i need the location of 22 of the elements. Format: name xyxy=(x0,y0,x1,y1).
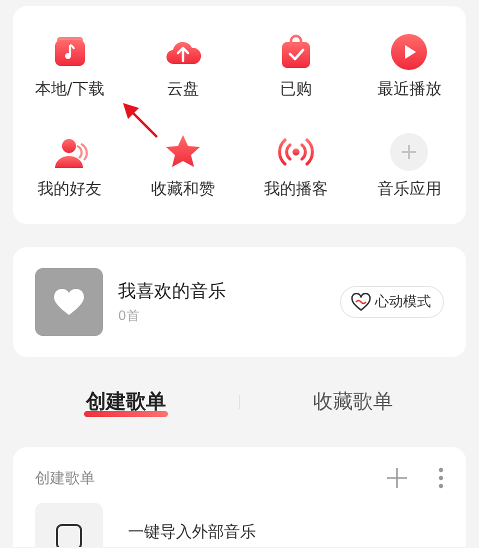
section-title: 创建歌单 xyxy=(35,468,96,488)
playlist-tab[interactable]: 创建歌单 xyxy=(13,388,239,416)
shortcut-item[interactable]: 已购 xyxy=(240,33,353,100)
heart-icon xyxy=(54,288,84,316)
add-icon xyxy=(390,133,428,171)
playlist-tab[interactable]: 收藏歌单 xyxy=(240,388,466,416)
play-icon xyxy=(390,33,428,71)
shortcut-item[interactable]: 我的好友 xyxy=(13,133,126,200)
shortcut-item[interactable]: 云盘 xyxy=(126,33,240,100)
heartbeat-mode-button[interactable]: 心动模式 xyxy=(340,286,444,318)
shortcut-item[interactable]: 音乐应用 xyxy=(352,133,466,200)
song-count: 0首 xyxy=(118,308,140,325)
heartbeat-icon xyxy=(351,293,371,311)
shortcut-item[interactable]: 我的播客 xyxy=(240,133,353,200)
shortcut-item[interactable]: 本地/下载 xyxy=(13,33,126,100)
annotation-arrow xyxy=(121,101,159,139)
playlist-title[interactable]: 一键导入外部音乐 xyxy=(128,521,256,543)
add-icon[interactable] xyxy=(386,467,408,489)
playlist-title[interactable]: 我喜欢的音乐 xyxy=(118,279,325,303)
shortcut-item[interactable]: 收藏和赞 xyxy=(126,133,240,200)
shortcut-item[interactable]: 最近播放 xyxy=(352,33,466,100)
more-icon[interactable] xyxy=(438,467,444,489)
